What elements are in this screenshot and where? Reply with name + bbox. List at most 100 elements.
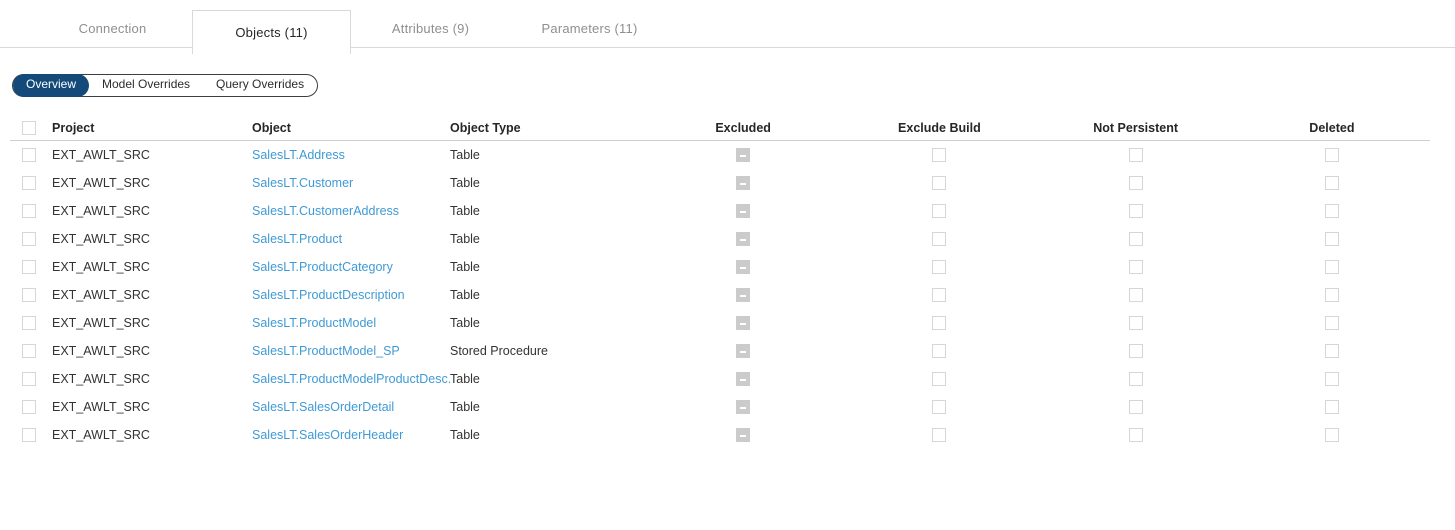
row-project: EXT_AWLT_SRC xyxy=(52,232,150,246)
row-project: EXT_AWLT_SRC xyxy=(52,260,150,274)
row-excluded-checkbox[interactable] xyxy=(736,204,751,218)
row-object-link[interactable]: SalesLT.ProductModelProductDesc... xyxy=(252,372,450,386)
tab-objects[interactable]: Objects (11) xyxy=(192,10,351,54)
row-object-type: Table xyxy=(450,316,480,330)
row-deleted-checkbox[interactable] xyxy=(1324,148,1339,162)
row-object-link[interactable]: SalesLT.ProductModel_SP xyxy=(252,344,400,358)
row-deleted-checkbox[interactable] xyxy=(1324,288,1339,302)
row-not-persistent-checkbox[interactable] xyxy=(1128,148,1143,162)
row-object-link[interactable]: SalesLT.ProductDescription xyxy=(252,288,405,302)
column-header-not-persistent: Not Persistent xyxy=(1093,120,1178,135)
row-exclude-build-checkbox[interactable] xyxy=(932,176,947,190)
row-object-link[interactable]: SalesLT.CustomerAddress xyxy=(252,204,399,218)
row-object-link[interactable]: SalesLT.Customer xyxy=(252,176,353,190)
row-not-persistent-checkbox[interactable] xyxy=(1128,176,1143,190)
row-select-checkbox[interactable] xyxy=(22,316,36,330)
row-exclude-build-checkbox[interactable] xyxy=(932,232,947,246)
row-not-persistent-checkbox[interactable] xyxy=(1128,428,1143,442)
select-all-checkbox[interactable] xyxy=(22,120,36,135)
row-exclude-build-checkbox[interactable] xyxy=(932,344,947,358)
row-select-checkbox[interactable] xyxy=(22,288,36,302)
table-header-row: Project Object Object Type Excluded Excl… xyxy=(10,115,1430,141)
row-object-type: Table xyxy=(450,372,480,386)
row-deleted-checkbox[interactable] xyxy=(1324,232,1339,246)
row-not-persistent-checkbox[interactable] xyxy=(1128,372,1143,386)
row-object-link[interactable]: SalesLT.SalesOrderDetail xyxy=(252,400,394,414)
row-project: EXT_AWLT_SRC xyxy=(52,316,150,330)
row-exclude-build-checkbox[interactable] xyxy=(932,288,947,302)
row-object-type: Stored Procedure xyxy=(450,344,548,358)
row-select-checkbox[interactable] xyxy=(22,148,36,162)
row-select-checkbox[interactable] xyxy=(22,204,36,218)
row-project: EXT_AWLT_SRC xyxy=(52,372,150,386)
row-object-type: Table xyxy=(450,148,480,162)
row-exclude-build-checkbox[interactable] xyxy=(932,428,947,442)
row-excluded-checkbox[interactable] xyxy=(736,428,751,442)
row-excluded-checkbox[interactable] xyxy=(736,316,751,330)
segment-overview[interactable]: Overview xyxy=(13,74,90,97)
row-excluded-checkbox[interactable] xyxy=(736,372,751,386)
tab-attributes[interactable]: Attributes (9) xyxy=(351,10,510,47)
row-select-checkbox[interactable] xyxy=(22,428,36,442)
row-select-checkbox[interactable] xyxy=(22,400,36,414)
tab-parameters[interactable]: Parameters (11) xyxy=(510,10,669,47)
row-object-type: Table xyxy=(450,400,480,414)
row-object-type: Table xyxy=(450,428,480,442)
row-not-persistent-checkbox[interactable] xyxy=(1128,316,1143,330)
row-deleted-checkbox[interactable] xyxy=(1324,316,1339,330)
table-row: EXT_AWLT_SRC SalesLT.Address Table xyxy=(10,141,1430,169)
objects-table: Project Object Object Type Excluded Excl… xyxy=(10,115,1430,449)
row-excluded-checkbox[interactable] xyxy=(736,232,751,246)
row-not-persistent-checkbox[interactable] xyxy=(1128,232,1143,246)
segment-model-overrides[interactable]: Model Overrides xyxy=(89,74,203,97)
row-deleted-checkbox[interactable] xyxy=(1324,400,1339,414)
tab-bar: Connection Objects (11) Attributes (9) P… xyxy=(0,10,1455,54)
row-excluded-checkbox[interactable] xyxy=(736,344,751,358)
row-not-persistent-checkbox[interactable] xyxy=(1128,344,1143,358)
row-exclude-build-checkbox[interactable] xyxy=(932,372,947,386)
row-select-checkbox[interactable] xyxy=(22,232,36,246)
column-header-deleted: Deleted xyxy=(1309,120,1355,135)
row-object-type: Table xyxy=(450,176,480,190)
row-not-persistent-checkbox[interactable] xyxy=(1128,400,1143,414)
row-object-link[interactable]: SalesLT.SalesOrderHeader xyxy=(252,428,403,442)
row-select-checkbox[interactable] xyxy=(22,344,36,358)
row-object-link[interactable]: SalesLT.ProductCategory xyxy=(252,260,393,274)
row-excluded-checkbox[interactable] xyxy=(736,148,751,162)
table-row: EXT_AWLT_SRC SalesLT.ProductModel_SP Sto… xyxy=(10,337,1430,365)
row-select-checkbox[interactable] xyxy=(22,176,36,190)
row-exclude-build-checkbox[interactable] xyxy=(932,148,947,162)
row-object-link[interactable]: SalesLT.Product xyxy=(252,232,342,246)
row-excluded-checkbox[interactable] xyxy=(736,400,751,414)
segmented-control-wrap: Overview Model Overrides Query Overrides xyxy=(12,74,1455,97)
row-deleted-checkbox[interactable] xyxy=(1324,372,1339,386)
row-excluded-checkbox[interactable] xyxy=(736,176,751,190)
row-object-link[interactable]: SalesLT.Address xyxy=(252,148,345,162)
row-excluded-checkbox[interactable] xyxy=(736,260,751,274)
row-not-persistent-checkbox[interactable] xyxy=(1128,260,1143,274)
segmented-control: Overview Model Overrides Query Overrides xyxy=(12,74,319,97)
table-row: EXT_AWLT_SRC SalesLT.ProductModel Table xyxy=(10,309,1430,337)
row-deleted-checkbox[interactable] xyxy=(1324,428,1339,442)
table-row: EXT_AWLT_SRC SalesLT.ProductModelProduct… xyxy=(10,365,1430,393)
segment-query-overrides[interactable]: Query Overrides xyxy=(203,74,317,97)
row-exclude-build-checkbox[interactable] xyxy=(932,260,947,274)
tab-connection[interactable]: Connection xyxy=(33,10,192,47)
row-not-persistent-checkbox[interactable] xyxy=(1128,204,1143,218)
row-exclude-build-checkbox[interactable] xyxy=(932,400,947,414)
table-row: EXT_AWLT_SRC SalesLT.ProductDescription … xyxy=(10,281,1430,309)
row-not-persistent-checkbox[interactable] xyxy=(1128,288,1143,302)
row-deleted-checkbox[interactable] xyxy=(1324,260,1339,274)
column-header-project: Project xyxy=(52,120,95,135)
row-exclude-build-checkbox[interactable] xyxy=(932,316,947,330)
row-deleted-checkbox[interactable] xyxy=(1324,344,1339,358)
row-select-checkbox[interactable] xyxy=(22,372,36,386)
row-deleted-checkbox[interactable] xyxy=(1324,204,1339,218)
row-exclude-build-checkbox[interactable] xyxy=(932,204,947,218)
row-object-link[interactable]: SalesLT.ProductModel xyxy=(252,316,376,330)
row-project: EXT_AWLT_SRC xyxy=(52,204,150,218)
row-select-checkbox[interactable] xyxy=(22,260,36,274)
row-deleted-checkbox[interactable] xyxy=(1324,176,1339,190)
table-body: EXT_AWLT_SRC SalesLT.Address Table EXT_A… xyxy=(10,141,1430,449)
row-excluded-checkbox[interactable] xyxy=(736,288,751,302)
